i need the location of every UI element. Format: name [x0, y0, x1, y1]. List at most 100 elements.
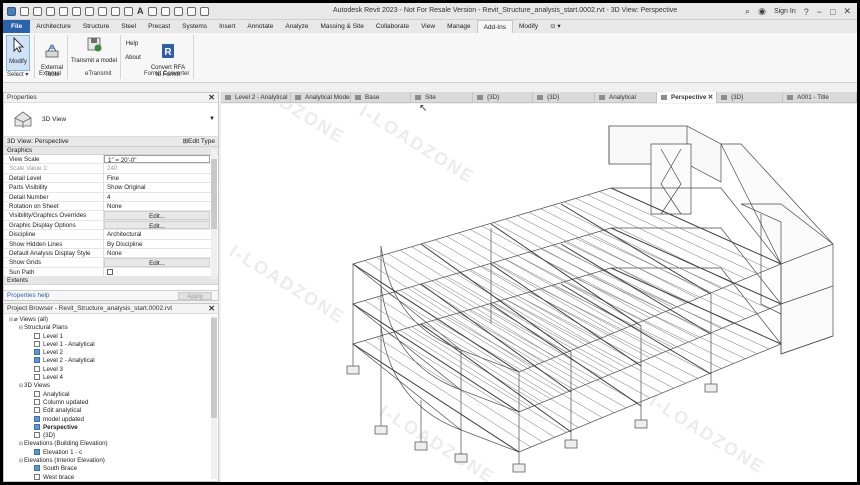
dimension-icon[interactable]: [111, 6, 120, 16]
print-icon[interactable]: [85, 6, 94, 16]
ribbon-tab[interactable]: ⊙ ▾: [544, 20, 567, 33]
ribbon-tab[interactable]: Systems: [176, 20, 213, 33]
graphics-category[interactable]: Graphics: [4, 147, 218, 155]
save-icon[interactable]: [33, 6, 42, 16]
browser-scrollbar[interactable]: [211, 316, 217, 479]
search-icon[interactable]: ⌕: [745, 6, 750, 17]
property-value[interactable]: 1" = 20'-0": [104, 155, 210, 164]
help-icon[interactable]: ?: [804, 7, 809, 17]
property-value[interactable]: Architectural: [104, 230, 218, 238]
sun-path-checkbox[interactable]: [107, 268, 113, 275]
ribbon-tab[interactable]: Massing & Site: [314, 20, 369, 33]
edit-button[interactable]: Edit...: [104, 211, 210, 220]
browser-item[interactable]: West brace: [4, 473, 218, 481]
property-value[interactable]: By Discipline: [104, 240, 218, 248]
sync-icon[interactable]: [46, 6, 55, 16]
sign-in-link[interactable]: Sign In: [774, 8, 796, 15]
browser-item[interactable]: ⊟Elevations (Interior Elevation): [4, 457, 218, 465]
property-value[interactable]: 4: [104, 193, 218, 201]
browser-item[interactable]: Elevation 1 - c: [4, 448, 218, 457]
scroll-thumb[interactable]: [211, 318, 217, 418]
properties-scrollbar[interactable]: [211, 149, 217, 279]
tag-icon[interactable]: [124, 6, 133, 16]
properties-help-link[interactable]: Properties help: [7, 292, 49, 299]
text-icon[interactable]: A: [137, 6, 144, 16]
help-button[interactable]: Help: [123, 41, 141, 48]
edit-type-button[interactable]: ⊞Edit Type: [183, 137, 215, 147]
instance-selector[interactable]: 3D View: Perspective ⊞Edit Type: [4, 137, 218, 147]
undo-icon[interactable]: [59, 6, 68, 16]
3d-view-icon[interactable]: [147, 6, 157, 16]
scroll-thumb[interactable]: [211, 159, 217, 229]
view-tab[interactable]: A001 - Title: [783, 92, 857, 103]
ribbon-tab[interactable]: Precast: [142, 20, 176, 33]
ribbon-tab[interactable]: Analyze: [279, 20, 314, 33]
browser-item[interactable]: Level 2 - Analytical: [4, 357, 218, 365]
view-tab[interactable]: Perspective ✕: [657, 92, 717, 103]
extents-category[interactable]: Extents: [4, 277, 218, 286]
view-tab[interactable]: Analytical Model: [291, 92, 351, 103]
view-tab[interactable]: {3D}: [717, 92, 783, 103]
browser-item[interactable]: Level 2: [4, 349, 218, 357]
browser-item[interactable]: Level 4: [4, 374, 218, 382]
redo-icon[interactable]: [72, 6, 81, 16]
browser-item[interactable]: ⊟Structural Plans: [4, 324, 218, 332]
view-tab[interactable]: Analytical: [595, 92, 657, 103]
view-tab[interactable]: {3D}: [473, 92, 533, 103]
about-button[interactable]: About: [123, 55, 143, 62]
revit-logo-icon[interactable]: [7, 6, 16, 16]
ribbon-tab[interactable]: Collaborate: [370, 20, 415, 33]
close-icon[interactable]: ✕: [208, 93, 215, 103]
property-value[interactable]: Show Original: [104, 183, 218, 191]
modify-button[interactable]: Modify: [6, 35, 30, 71]
browser-item[interactable]: Analytical: [4, 390, 218, 399]
switch-windows-icon[interactable]: [199, 6, 209, 16]
browser-item[interactable]: model updated: [4, 415, 218, 424]
type-selector[interactable]: 3D View ▼: [4, 103, 218, 137]
edit-button[interactable]: Edit...: [104, 220, 210, 230]
browser-item[interactable]: Level 1: [4, 332, 218, 341]
browser-item[interactable]: Edit analytical: [4, 407, 218, 415]
ribbon-tab[interactable]: Modify: [513, 20, 544, 33]
ribbon-tab[interactable]: View: [415, 20, 441, 33]
browser-item[interactable]: ⊟⌀ Views (all): [4, 316, 218, 324]
thin-lines-icon[interactable]: [173, 6, 183, 16]
ribbon-tab[interactable]: Steel: [115, 20, 142, 33]
view-tab[interactable]: Site: [411, 92, 473, 103]
measure-icon[interactable]: [98, 6, 107, 16]
close-icon[interactable]: ✕: [208, 304, 215, 314]
ribbon-tab[interactable]: Structure: [77, 20, 115, 33]
close-icon[interactable]: ✕: [843, 6, 851, 17]
3d-viewport[interactable]: I-LOADZONE I-LOADZONE I-LOADZONE I-LOADZ…: [221, 104, 857, 482]
close-hidden-icon[interactable]: [186, 6, 196, 16]
view-tab[interactable]: Base: [351, 92, 411, 103]
external-tools-button[interactable]: External Tools: [37, 35, 67, 78]
transmit-model-button[interactable]: Transmit a model: [69, 35, 119, 71]
ribbon-tab[interactable]: Annotate: [241, 20, 279, 33]
chevron-down-icon[interactable]: ▼: [209, 116, 215, 122]
ribbon-tab[interactable]: File: [3, 20, 31, 33]
property-value[interactable]: None: [104, 202, 218, 210]
user-icon[interactable]: ◉: [758, 6, 766, 17]
browser-item[interactable]: Level 1 - Analytical: [4, 340, 218, 349]
browser-item[interactable]: Column updated: [4, 398, 218, 407]
browser-item[interactable]: ⊟3D Views: [4, 382, 218, 390]
browser-item[interactable]: Perspective: [4, 423, 218, 432]
property-value[interactable]: [104, 268, 218, 276]
ribbon-tab[interactable]: Add-Ins: [476, 20, 513, 33]
ribbon-tab[interactable]: Architecture: [30, 20, 77, 33]
browser-item[interactable]: ⊟Elevations (Building Elevation): [4, 440, 218, 448]
view-tab[interactable]: {3D}: [533, 92, 595, 103]
browser-item[interactable]: {3D}: [4, 432, 218, 440]
browser-item[interactable]: Level 3: [4, 365, 218, 374]
property-value[interactable]: Fine: [104, 174, 218, 182]
open-icon[interactable]: [20, 6, 29, 16]
browser-item[interactable]: South Brace: [4, 465, 218, 473]
section-icon[interactable]: [160, 6, 170, 16]
view-tab[interactable]: Level 2 - Analytical: [221, 92, 291, 103]
convert-rfa-button[interactable]: R Convert RFA to FormIt: [146, 35, 190, 78]
maximize-icon[interactable]: □: [830, 7, 835, 17]
select-group-label[interactable]: Select ▾: [7, 71, 28, 78]
ribbon-tab[interactable]: Insert: [213, 20, 241, 33]
close-tab-icon[interactable]: ✕: [708, 92, 713, 103]
